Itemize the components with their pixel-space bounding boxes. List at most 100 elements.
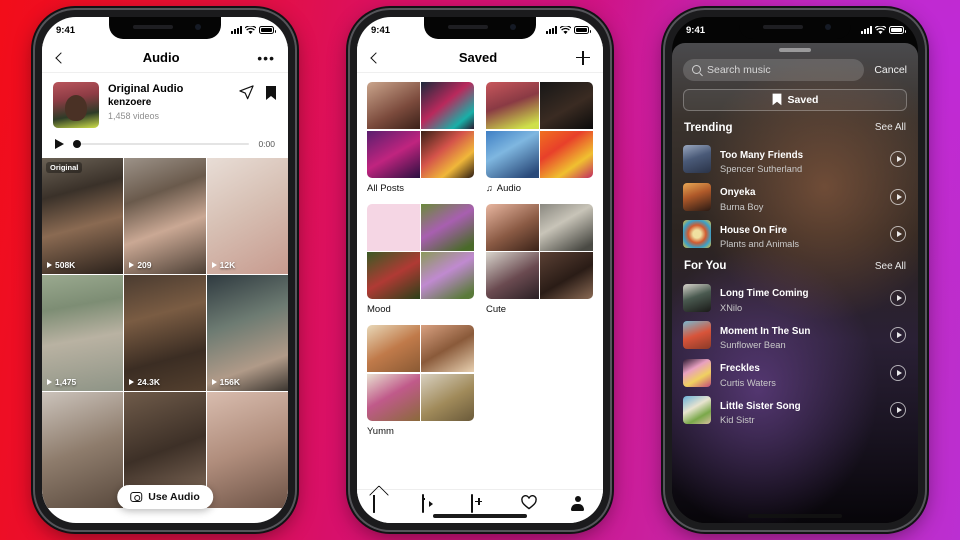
track-row[interactable]: Moment In The Sun Sunflower Bean xyxy=(672,317,918,355)
collection-item[interactable]: Cute xyxy=(486,203,593,315)
page-title: Saved xyxy=(458,50,498,65)
track-artist: Spencer Sutherland xyxy=(720,164,803,174)
track-title: Moment In The Sun xyxy=(720,325,811,337)
track-row[interactable]: House On Fire Plants and Animals xyxy=(672,216,918,254)
track-row[interactable]: Long Time Coming XNilo xyxy=(672,279,918,317)
tab-home[interactable] xyxy=(373,495,390,513)
add-collection-button[interactable] xyxy=(576,50,590,65)
tab-profile[interactable] xyxy=(570,495,587,512)
screen-music: 9:41 Search music Cancel Saved Trending … xyxy=(672,17,918,523)
collection-label: All Posts xyxy=(367,182,404,194)
cellular-signal-icon xyxy=(861,26,872,34)
play-icon[interactable] xyxy=(55,139,64,149)
back-button[interactable] xyxy=(55,51,67,64)
album-art xyxy=(683,396,711,425)
navbar-saved: Saved xyxy=(357,43,603,73)
use-audio-button[interactable]: Use Audio xyxy=(117,485,213,509)
section-title: For You xyxy=(684,260,727,272)
audio-player[interactable]: 0:00 xyxy=(42,132,288,158)
home-indicator xyxy=(433,514,527,518)
saved-filter-label: Saved xyxy=(787,93,819,106)
audio-title: Original Audio xyxy=(108,83,184,95)
see-all-link[interactable]: See All xyxy=(875,261,906,272)
video-view-count: 1,475 xyxy=(47,377,76,387)
scrubber-knob[interactable] xyxy=(73,140,81,148)
video-cell[interactable]: 24.3K xyxy=(124,275,206,391)
navbar-audio: Audio ••• xyxy=(42,43,288,73)
track-title: Little Sister Song xyxy=(720,400,801,412)
cellular-signal-icon xyxy=(231,26,242,34)
video-cell[interactable]: 156K xyxy=(206,275,288,391)
sheet-grabber[interactable] xyxy=(779,48,811,52)
track-play-button[interactable] xyxy=(890,188,906,205)
collection-item[interactable]: ♫ Audio xyxy=(486,82,593,194)
track-artist: Sunflower Bean xyxy=(720,340,786,350)
home-icon xyxy=(373,495,376,513)
collection-label: Mood xyxy=(367,304,391,315)
track-artist: Curtis Waters xyxy=(720,377,776,388)
track-play-button[interactable] xyxy=(890,402,906,419)
music-note-icon: ♫ xyxy=(486,183,493,193)
video-cell[interactable]: 209 xyxy=(124,158,206,274)
search-row: Search music Cancel xyxy=(672,58,918,89)
reels-icon xyxy=(422,494,425,513)
tab-activity[interactable] xyxy=(520,495,538,512)
track-title: Onyeka xyxy=(720,187,756,198)
track-artist: XNilo xyxy=(720,302,743,313)
collection-item[interactable]: Mood xyxy=(367,203,474,315)
track-title: Long Time Coming xyxy=(720,288,809,299)
battery-icon xyxy=(259,26,276,34)
collection-thumbnails xyxy=(486,82,593,178)
track-row[interactable]: Freckles Curtis Waters xyxy=(672,354,918,392)
collection-item[interactable]: Yumm xyxy=(367,325,474,437)
track-play-button[interactable] xyxy=(890,151,906,168)
section-title: Trending xyxy=(684,121,733,134)
search-input[interactable]: Search music xyxy=(683,58,865,81)
bookmark-icon[interactable] xyxy=(265,85,277,101)
track-row[interactable]: Too Many Friends Spencer Sutherland xyxy=(672,141,918,179)
video-cell[interactable]: Original 508K xyxy=(42,158,124,274)
plus-square-icon xyxy=(471,494,474,513)
cellular-signal-icon xyxy=(546,26,557,34)
audio-username[interactable]: kenzoere xyxy=(108,97,230,108)
back-button[interactable] xyxy=(370,51,382,64)
audio-scrubber[interactable] xyxy=(73,140,250,148)
search-placeholder: Search music xyxy=(707,63,771,76)
track-play-button[interactable] xyxy=(890,226,906,243)
tab-create[interactable] xyxy=(471,494,488,513)
more-options-icon[interactable]: ••• xyxy=(257,51,275,65)
track-row[interactable]: Little Sister Song Kid Sistr xyxy=(672,392,918,430)
track-artist: Kid Sistr xyxy=(720,415,755,425)
video-cell[interactable]: 12K xyxy=(206,158,288,274)
collection-item[interactable]: All Posts xyxy=(367,82,474,194)
share-icon[interactable] xyxy=(239,85,254,100)
video-cell[interactable] xyxy=(42,392,124,508)
track-title: Too Many Friends xyxy=(720,149,804,161)
saved-filter-button[interactable]: Saved xyxy=(683,88,907,111)
music-sheet: Search music Cancel Saved Trending See A… xyxy=(672,43,918,523)
audio-info: Original Audio kenzoere 1,458 videos xyxy=(42,73,288,132)
phone-device-saved: 9:41 Saved All Posts ♫ Audio Mood Cute Y… xyxy=(350,10,610,530)
collection-thumbnails xyxy=(486,203,593,299)
heart-icon xyxy=(520,495,538,510)
track-artist: Plants and Animals xyxy=(720,239,800,249)
wifi-icon xyxy=(875,25,886,34)
wifi-icon xyxy=(245,25,256,34)
collection-label: ♫ Audio xyxy=(486,182,522,194)
video-view-count: 24.3K xyxy=(129,377,160,387)
video-view-count: 156K xyxy=(211,377,240,387)
see-all-link[interactable]: See All xyxy=(875,122,906,133)
page-title: Audio xyxy=(142,50,180,65)
track-play-button[interactable] xyxy=(890,364,906,381)
battery-icon xyxy=(889,26,906,34)
track-play-button[interactable] xyxy=(890,327,906,344)
battery-icon xyxy=(574,26,591,34)
track-row[interactable]: Onyeka Burna Boy xyxy=(672,178,918,216)
track-play-button[interactable] xyxy=(890,289,906,306)
video-cell[interactable]: 1,475 xyxy=(42,275,124,391)
screen-audio: 9:41 Audio ••• Original Audio kenzoere 1… xyxy=(42,17,288,523)
video-cell[interactable] xyxy=(206,392,288,508)
cancel-button[interactable]: Cancel xyxy=(874,64,907,76)
search-icon xyxy=(692,65,701,74)
tab-reels[interactable] xyxy=(422,494,439,513)
